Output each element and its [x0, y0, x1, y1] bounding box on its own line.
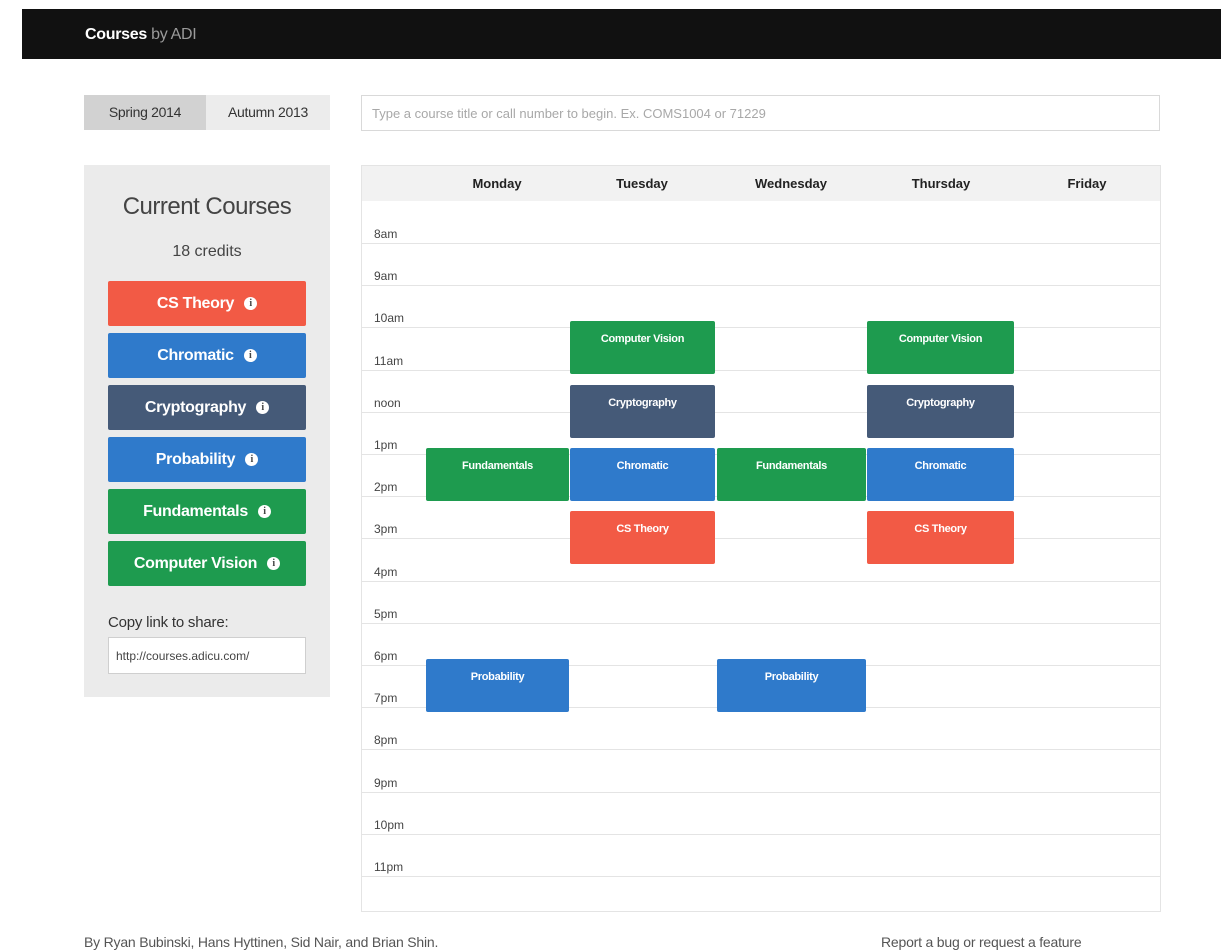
course-list: CS Theory i Chromatic i Cryptography i Probabi… [108, 281, 306, 593]
info-icon[interactable]: i [267, 557, 281, 570]
course-button-label: CS Theory [156, 294, 235, 312]
event-probability-monday[interactable]: Probability [426, 659, 569, 712]
brand-name[interactable]: Courses [85, 26, 147, 43]
course-button-label: Computer Vision [133, 554, 258, 572]
hour-label: 4pm [374, 564, 398, 579]
info-icon[interactable]: i [257, 505, 271, 518]
event-cryptography-thursday[interactable]: Cryptography [867, 384, 1014, 438]
hour-label: 7pm [374, 691, 398, 706]
schedule-calendar: Monday Tuesday Wednesday Thursday Friday 8am… [361, 165, 1161, 912]
day-header-thursday: Thursday [911, 176, 971, 191]
event-computer-vision-thursday[interactable]: Computer Vision [867, 321, 1014, 375]
hour-label: 9pm [374, 775, 398, 790]
hour-label: 10pm [374, 817, 405, 832]
share-label: Copy link to share: [108, 614, 229, 631]
course-button-cryptography[interactable]: Cryptography i [108, 385, 306, 430]
event-cs-theory-tuesday[interactable]: CS Theory [570, 511, 715, 565]
hour-label: 2pm [374, 480, 398, 495]
hour-label: 8pm [374, 733, 398, 748]
brand-logo[interactable]: Courses by ADI [85, 26, 197, 44]
hour-row-11pm: 11pm [362, 834, 1160, 877]
event-computer-vision-tuesday[interactable]: Computer Vision [570, 321, 715, 375]
hour-row-9pm: 9pm [362, 749, 1160, 793]
course-button-label: Chromatic [157, 346, 234, 364]
hour-label: 10am [374, 311, 405, 326]
day-header-friday: Friday [1067, 176, 1107, 191]
hour-label: noon [374, 395, 401, 410]
event-cryptography-tuesday[interactable]: Cryptography [570, 384, 715, 438]
hour-label: 11am [374, 353, 404, 368]
info-icon[interactable]: i [256, 401, 270, 414]
hour-row-11am: 11am [362, 327, 1160, 371]
info-icon[interactable]: i [244, 297, 258, 310]
hour-row-4pm: 4pm [362, 538, 1160, 582]
share-link-field[interactable] [108, 637, 306, 674]
hour-label: 1pm [374, 437, 398, 452]
course-button-chromatic[interactable]: Chromatic i [108, 333, 306, 378]
course-button-label: Fundamentals [143, 502, 248, 520]
hour-row-10am: 10am [362, 285, 1160, 329]
hour-row-5pm: 5pm [362, 581, 1160, 624]
hour-row-8pm: 8pm [362, 707, 1160, 751]
event-chromatic-tuesday[interactable]: Chromatic [570, 448, 715, 501]
event-fundamentals-monday[interactable]: Fundamentals [426, 448, 569, 501]
course-search-input[interactable] [361, 95, 1160, 131]
course-button-label: Probability [155, 450, 236, 468]
hour-row-noon: noon [362, 370, 1160, 413]
report-bug-link[interactable]: Report a bug or request a feature [881, 934, 1082, 950]
hour-label: 8am [374, 227, 398, 241]
hour-label: 6pm [374, 648, 398, 663]
hour-label: 11pm [374, 859, 404, 874]
course-button-cs-theory[interactable]: CS Theory i [108, 281, 306, 326]
hour-label: 3pm [374, 522, 398, 537]
tab-autumn-2013[interactable]: Autumn 2013 [206, 95, 330, 130]
course-button-label: Cryptography [144, 398, 247, 416]
current-courses-panel: Current Courses 18 credits CS Theory i Chr… [84, 165, 330, 697]
footer-credits: By Ryan Bubinski, Hans Hyttinen, Sid Nai… [84, 934, 439, 950]
event-fundamentals-wednesday[interactable]: Fundamentals [717, 448, 866, 501]
event-chromatic-thursday[interactable]: Chromatic [867, 448, 1014, 501]
course-button-computer-vision[interactable]: Computer Vision i [108, 541, 306, 586]
hour-label: 9am [374, 269, 398, 284]
term-tabs: Spring 2014 Autumn 2013 [84, 95, 330, 130]
calendar-header: Monday Tuesday Wednesday Thursday Friday [362, 166, 1160, 201]
panel-title: Current Courses [122, 193, 292, 220]
course-button-probability[interactable]: Probability i [108, 437, 306, 482]
hour-row-3pm: 3pm [362, 496, 1160, 540]
credits-count: 18 credits [172, 243, 242, 260]
day-header-monday: Monday [472, 176, 522, 191]
course-button-fundamentals[interactable]: Fundamentals i [108, 489, 306, 534]
hour-row-8am: 8am [362, 201, 1160, 244]
hour-row-9am: 9am [362, 243, 1160, 287]
day-header-tuesday: Tuesday [616, 176, 668, 191]
day-header-wednesday: Wednesday [754, 176, 827, 191]
hour-row-10pm: 10pm [362, 792, 1160, 835]
event-probability-wednesday[interactable]: Probability [717, 659, 866, 712]
info-icon[interactable]: i [243, 349, 257, 362]
tab-spring-2014[interactable]: Spring 2014 [84, 95, 206, 130]
info-icon[interactable]: i [245, 453, 259, 466]
event-cs-theory-thursday[interactable]: CS Theory [867, 511, 1014, 565]
brand-byline: by ADI [151, 26, 197, 43]
hour-label: 5pm [374, 606, 398, 621]
navbar: Courses by ADI [22, 9, 1221, 59]
